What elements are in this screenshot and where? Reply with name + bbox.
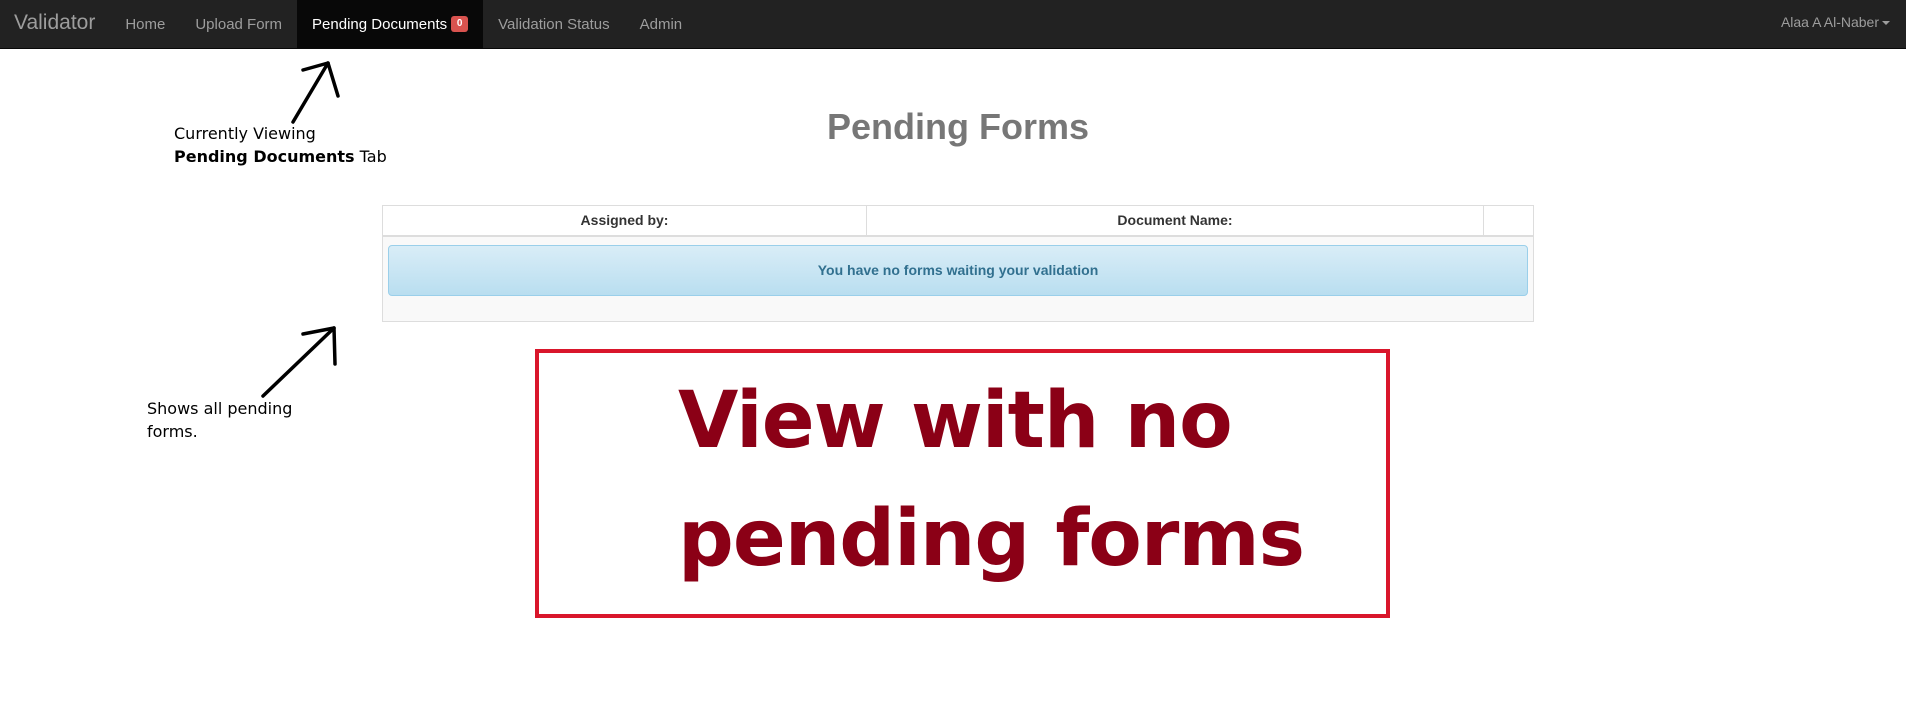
annotation-list-note: Shows all pending forms. <box>147 399 293 441</box>
brand-link[interactable]: Validator <box>0 0 110 48</box>
nav-admin-label: Admin <box>639 15 683 33</box>
pending-forms-table: Assigned by: Document Name: You have no … <box>382 205 1534 322</box>
nav-menu: Home Upload Form Pending Documents 0 Val… <box>110 0 697 48</box>
callout-line2: pending forms <box>678 494 1305 584</box>
pending-count-badge: 0 <box>451 16 469 32</box>
caret-down-icon <box>1882 20 1890 25</box>
annotation-tab-note-bold: Pending Documents <box>174 147 355 166</box>
table-header-row: Assigned by: Document Name: <box>383 206 1533 237</box>
nav-pending-documents-label: Pending Documents <box>312 15 448 33</box>
annotation-tab-note-line1: Currently Viewing <box>174 124 316 143</box>
nav-upload-form[interactable]: Upload Form <box>180 0 297 48</box>
nav-validation-status[interactable]: Validation Status <box>483 0 624 48</box>
nav-home-label: Home <box>125 15 166 33</box>
nav-upload-form-label: Upload Form <box>195 15 283 33</box>
annotation-tab-note-line2: Pending Documents Tab <box>174 145 387 168</box>
annotation-tab-note-rest: Tab <box>354 147 387 166</box>
column-header-document-name: Document Name: <box>867 206 1484 235</box>
nav-admin[interactable]: Admin <box>625 0 698 48</box>
nav-validation-status-label: Validation Status <box>498 15 610 33</box>
callout-text: View with no pending forms <box>678 362 1378 598</box>
user-name: Alaa A Al-Naber <box>1780 14 1879 30</box>
top-navbar: Validator Home Upload Form Pending Docum… <box>0 0 1906 49</box>
column-header-assigned-by: Assigned by: <box>383 206 867 235</box>
arrow-annotation-icon <box>291 61 340 124</box>
empty-state-alert: You have no forms waiting your validatio… <box>388 245 1528 296</box>
nav-pending-documents[interactable]: Pending Documents 0 <box>297 0 484 48</box>
arrow-annotation-icon <box>261 326 337 398</box>
column-header-actions <box>1484 206 1533 235</box>
nav-home[interactable]: Home <box>110 0 180 48</box>
annotation-tab-note: Currently Viewing Pending Documents Tab <box>174 122 387 168</box>
callout-line1: View with no <box>678 376 1233 466</box>
user-menu-dropdown[interactable]: Alaa A Al-Naber <box>1781 0 1890 45</box>
